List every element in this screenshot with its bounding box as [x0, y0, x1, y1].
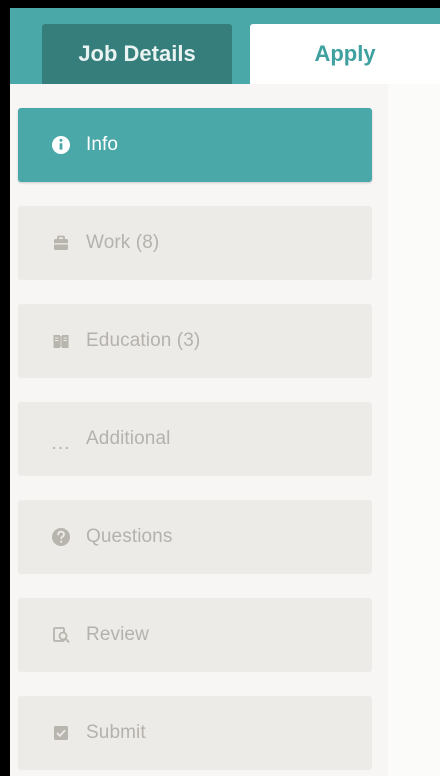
step-education-label: Education (3): [86, 330, 201, 351]
briefcase-icon: [50, 232, 72, 254]
apply-content: Info Work (8) Education (3) … Additional…: [10, 84, 440, 776]
step-review[interactable]: Review: [18, 598, 372, 672]
tab-apply-label: Apply: [314, 41, 376, 66]
submit-icon: [50, 722, 72, 744]
step-info[interactable]: Info: [18, 108, 372, 182]
step-submit-label: Submit: [86, 722, 146, 743]
info-icon: [50, 134, 72, 156]
step-additional-label: Additional: [86, 428, 171, 449]
step-work[interactable]: Work (8): [18, 206, 372, 280]
step-questions[interactable]: Questions: [18, 500, 372, 574]
tab-bar: Job Details Apply: [10, 8, 440, 84]
review-icon: [50, 624, 72, 646]
application-steps: Info Work (8) Education (3) … Additional…: [18, 108, 372, 776]
step-work-label: Work (8): [86, 232, 160, 253]
step-additional[interactable]: … Additional: [18, 402, 372, 476]
tab-apply[interactable]: Apply: [250, 24, 440, 84]
step-education[interactable]: Education (3): [18, 304, 372, 378]
application-frame: Job Details Apply Info Work (8) Educatio…: [10, 8, 440, 776]
step-review-label: Review: [86, 624, 149, 645]
book-icon: [50, 330, 72, 352]
step-info-label: Info: [86, 134, 119, 155]
tab-job-details[interactable]: Job Details: [42, 24, 232, 84]
question-icon: [50, 526, 72, 548]
step-submit[interactable]: Submit: [18, 696, 372, 770]
ellipsis-icon: …: [50, 432, 72, 454]
step-questions-label: Questions: [86, 526, 173, 547]
tab-job-details-label: Job Details: [78, 41, 196, 66]
content-panel: [388, 84, 440, 776]
